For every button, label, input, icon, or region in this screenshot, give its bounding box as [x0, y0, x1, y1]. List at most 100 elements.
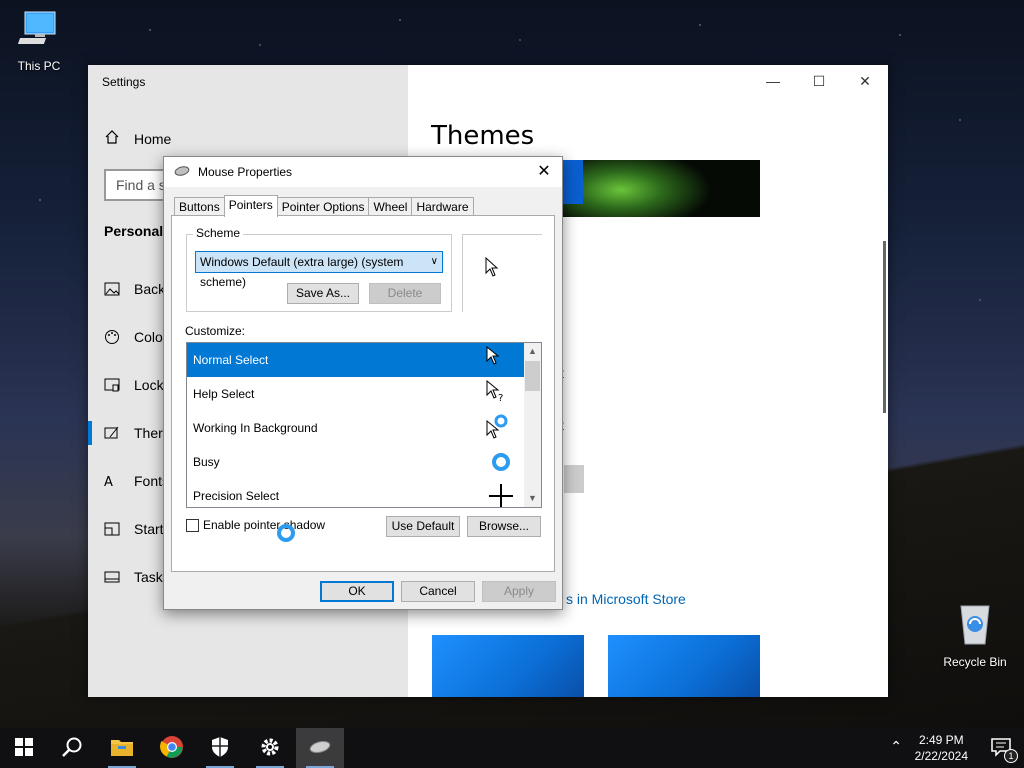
desktop-icon-label: Recycle Bin [943, 655, 1007, 669]
sidebar-item-lock-screen[interactable]: Lock [104, 377, 164, 393]
pointer-preview [462, 234, 542, 312]
pointer-list[interactable]: Normal Select Help Select ? Working In B… [186, 342, 542, 508]
taskbar-file-explorer[interactable] [98, 728, 146, 768]
pointer-name: Normal Select [193, 353, 269, 367]
window-controls: — ☐ ✕ [750, 65, 888, 97]
sidebar-item-themes[interactable]: Ther [104, 425, 163, 441]
maximize-icon[interactable]: ☐ [796, 65, 842, 97]
list-item[interactable]: Working In Background [187, 411, 541, 445]
arrow-cursor-icon [483, 343, 517, 377]
mouse-properties-dialog: Mouse Properties ✕ Buttons Pointers Poin… [163, 156, 563, 610]
scheme-dropdown[interactable]: Windows Default (extra large) (system sc… [195, 251, 443, 289]
cancel-button[interactable]: Cancel [401, 581, 475, 602]
chevron-up-icon[interactable]: ⌃ [890, 738, 902, 755]
ok-button[interactable]: OK [320, 581, 394, 602]
this-pc-icon [4, 8, 74, 55]
sidebar-item-fonts[interactable]: A Fonts [104, 473, 169, 490]
checkbox-box[interactable] [186, 518, 199, 532]
checkbox-label: Enable pointer shadow [203, 518, 326, 532]
tab-strip: Buttons Pointers Pointer Options Wheel H… [174, 195, 474, 217]
desktop-icon-recycle-bin[interactable]: Recycle Bin [940, 600, 1010, 669]
pointers-panel: Scheme Windows Default (extra large) (sy… [171, 215, 555, 572]
dialog-titlebar: Mouse Properties [164, 157, 562, 187]
sidebar-item-label: Home [134, 130, 172, 147]
browse-button[interactable]: Browse... [467, 516, 541, 537]
sidebar-item-background[interactable]: Back [104, 281, 165, 297]
tab-pointer-options[interactable]: Pointer Options [276, 197, 370, 217]
notification-icon: 1 [990, 736, 1018, 763]
taskbar-security[interactable] [196, 728, 244, 768]
notification-badge: 1 [1004, 749, 1018, 763]
pointer-name: Precision Select [193, 489, 280, 503]
clock[interactable]: 2:49 PM 2/22/2024 [915, 732, 968, 764]
palette-icon [104, 329, 120, 345]
sidebar-item-colors[interactable]: Colo [104, 329, 163, 345]
picture-icon [104, 281, 120, 297]
scheme-group: Scheme Windows Default (extra large) (sy… [186, 226, 452, 312]
shield-icon [210, 736, 230, 761]
windows-logo-icon [15, 737, 33, 759]
search-button[interactable] [48, 728, 96, 768]
sidebar-item-label: Ther [134, 425, 163, 441]
list-scrollbar[interactable]: ▲ ▼ [524, 343, 541, 507]
sidebar-item-label: Start [134, 521, 164, 537]
sidebar-item-home[interactable]: Home [104, 129, 171, 148]
search-icon [61, 736, 83, 761]
busy-cursor-icon [483, 445, 517, 479]
start-button[interactable] [0, 728, 48, 768]
tab-buttons[interactable]: Buttons [174, 197, 225, 217]
list-item[interactable]: Busy [187, 445, 541, 479]
window-title: Settings [102, 75, 146, 89]
theme-thumbnail[interactable] [432, 635, 584, 697]
sidebar-item-label: Colo [134, 329, 163, 345]
chrome-icon [160, 735, 184, 762]
apply-button[interactable]: Apply [482, 581, 556, 602]
mouse-pointer-busy-icon [277, 524, 295, 542]
taskbar-icon [104, 569, 120, 585]
clock-date: 2/22/2024 [914, 749, 968, 763]
theme-thumbnail[interactable] [608, 635, 760, 697]
sidebar-item-taskbar[interactable]: Taskb [104, 569, 171, 585]
arrow-cursor-icon [485, 256, 499, 280]
scroll-up-icon[interactable]: ▲ [524, 343, 541, 360]
lock-screen-icon [104, 377, 120, 393]
action-center-button[interactable]: 1 [990, 736, 1018, 763]
delete-button[interactable]: Delete [369, 283, 441, 304]
use-default-button[interactable]: Use Default [386, 516, 460, 537]
help-cursor-icon: ? [483, 377, 517, 411]
mouse-icon [308, 739, 332, 758]
tab-hardware[interactable]: Hardware [411, 197, 474, 217]
scrollbar[interactable] [883, 241, 886, 413]
active-indicator [88, 421, 92, 445]
close-icon[interactable]: ✕ [532, 161, 556, 183]
close-icon[interactable]: ✕ [842, 65, 888, 97]
taskbar-mouse-properties[interactable] [296, 728, 344, 768]
list-item[interactable]: Precision Select [187, 479, 541, 507]
obscured-button[interactable] [564, 465, 584, 493]
save-as-button[interactable]: Save As... [287, 283, 359, 304]
microsoft-store-link[interactable]: s in Microsoft Store [566, 591, 686, 607]
chevron-down-icon: ∨ [430, 256, 438, 267]
working-cursor-icon [483, 411, 517, 445]
scroll-down-icon[interactable]: ▼ [524, 490, 541, 507]
desktop-icon-this-pc[interactable]: This PC [4, 8, 74, 73]
taskbar-settings[interactable] [246, 728, 294, 768]
pointer-name: Working In Background [193, 421, 318, 435]
home-icon [104, 129, 120, 148]
pointer-name: Busy [193, 455, 220, 469]
scroll-thumb[interactable] [525, 361, 540, 391]
themes-icon [104, 425, 120, 441]
tab-wheel[interactable]: Wheel [368, 197, 413, 217]
page-title: Themes [431, 121, 535, 151]
customize-label: Customize: [185, 324, 246, 338]
enable-pointer-shadow-checkbox[interactable]: Enable pointer shadow [186, 518, 325, 532]
start-icon [104, 521, 120, 537]
tab-pointers[interactable]: Pointers [223, 195, 278, 217]
minimize-icon[interactable]: — [750, 65, 796, 97]
sidebar-item-label: Lock [134, 377, 164, 393]
sidebar-item-start[interactable]: Start [104, 521, 164, 537]
taskbar-chrome[interactable] [148, 728, 196, 768]
list-item[interactable]: Help Select ? [187, 377, 541, 411]
list-item[interactable]: Normal Select [187, 343, 541, 377]
mouse-icon [174, 165, 190, 180]
